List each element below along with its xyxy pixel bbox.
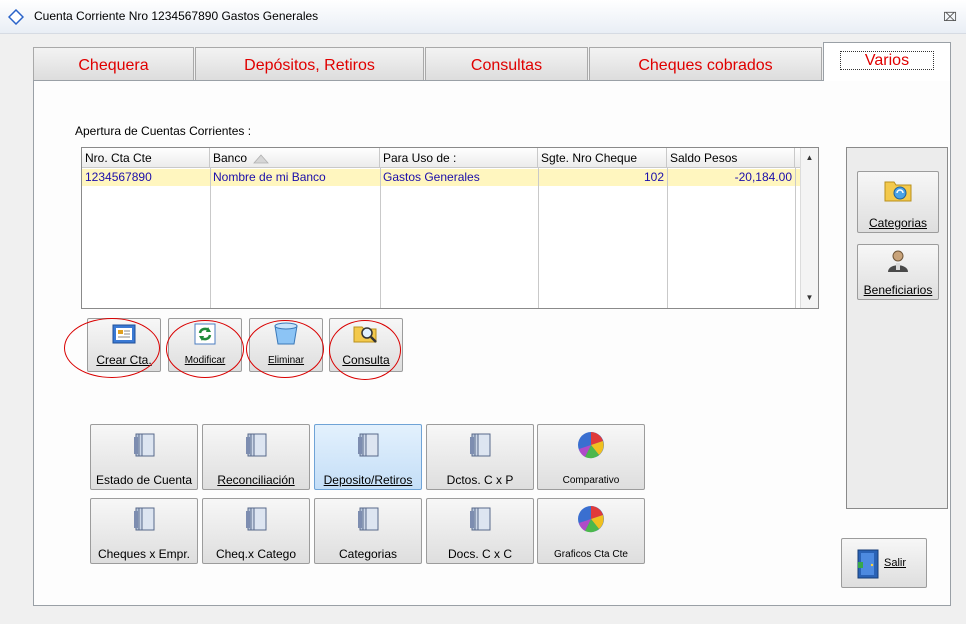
- column-header-banco[interactable]: Banco: [210, 148, 380, 168]
- beneficiarios-label: Beneficiarios: [863, 283, 933, 297]
- tab-cheques-cobrados[interactable]: Cheques cobrados: [589, 47, 822, 81]
- tab-chequera[interactable]: Chequera: [33, 47, 194, 81]
- annotation-circle: [246, 320, 324, 378]
- column-divider: [667, 168, 668, 308]
- dctos-cxp-button[interactable]: Dctos. C x P: [426, 424, 534, 490]
- tab-varios-label: Varios: [839, 51, 935, 70]
- pie-chart-icon: [578, 432, 604, 459]
- cell-nro: 1234567890: [85, 170, 152, 184]
- person-icon: [888, 250, 908, 272]
- cheq-x-catego-button[interactable]: Cheq.x Catego: [202, 498, 310, 564]
- reconciliacion-button[interactable]: Reconciliación: [202, 424, 310, 490]
- column-divider: [210, 168, 211, 308]
- book-stack-icon: [134, 433, 155, 457]
- reconciliacion-label: Reconciliación: [217, 473, 295, 487]
- window-title: Cuenta Corriente Nro 1234567890 Gastos G…: [34, 9, 319, 23]
- column-header-uso[interactable]: Para Uso de :: [380, 148, 538, 168]
- window-titlebar: Cuenta Corriente Nro 1234567890 Gastos G…: [0, 0, 966, 34]
- estado-de-cuenta-button[interactable]: Estado de Cuenta: [90, 424, 198, 490]
- deposito-retiros-button[interactable]: Deposito/Retiros: [314, 424, 422, 490]
- exit-door-icon: [857, 549, 879, 579]
- beneficiarios-button[interactable]: Beneficiarios: [857, 244, 939, 300]
- comparativo-button[interactable]: Comparativo: [537, 424, 645, 490]
- close-icon[interactable]: ⌧: [940, 8, 960, 26]
- cheq-x-catego-label: Cheq.x Catego: [215, 547, 297, 561]
- deposito-retiros-label: Deposito/Retiros: [323, 473, 413, 487]
- annotation-circle: [166, 320, 244, 378]
- cell-uso: Gastos Generales: [383, 170, 480, 184]
- column-header-banco-label: Banco: [213, 151, 248, 165]
- cell-banco: Nombre de mi Banco: [213, 170, 326, 184]
- table-header: Nro. Cta Cte Banco Para Uso de : Sgte. N…: [82, 148, 802, 168]
- annotation-circle: [64, 318, 160, 378]
- pie-chart-icon: [578, 506, 604, 533]
- tab-depositos-retiros[interactable]: Depósitos, Retiros: [195, 47, 424, 81]
- column-header-saldo[interactable]: Saldo Pesos: [667, 148, 795, 168]
- categorias-side-button[interactable]: Categorias: [857, 171, 939, 233]
- estado-de-cuenta-label: Estado de Cuenta: [95, 473, 193, 487]
- column-divider: [538, 168, 539, 308]
- accounts-table[interactable]: Nro. Cta Cte Banco Para Uso de : Sgte. N…: [81, 147, 819, 309]
- categorias-report-label: Categorias: [338, 547, 398, 561]
- tab-varios[interactable]: Varios: [823, 42, 951, 81]
- graficos-cta-cte-button[interactable]: Graficos Cta Cte: [537, 498, 645, 564]
- book-stack-icon: [246, 433, 267, 457]
- cell-saldo: -20,184.00: [734, 170, 792, 184]
- tab-consultas[interactable]: Consultas: [425, 47, 588, 81]
- column-header-cheque[interactable]: Sgte. Nro Cheque: [538, 148, 667, 168]
- docs-cxc-label: Docs. C x C: [447, 547, 512, 561]
- column-divider: [380, 168, 381, 308]
- book-stack-icon: [358, 433, 379, 457]
- book-stack-icon: [246, 507, 267, 531]
- book-stack-icon: [358, 507, 379, 531]
- folder-categories-icon: [884, 181, 912, 202]
- cell-cheque: 102: [643, 170, 664, 184]
- table-row[interactable]: 1234567890 Nombre de mi Banco Gastos Gen…: [82, 169, 802, 186]
- salir-label: Salir: [884, 557, 907, 569]
- book-stack-icon: [470, 507, 491, 531]
- table-vertical-scrollbar[interactable]: ▲ ▼: [800, 148, 818, 308]
- annotation-circle: [329, 320, 401, 380]
- app-diamond-icon: [8, 9, 24, 25]
- docs-cxc-button[interactable]: Docs. C x C: [426, 498, 534, 564]
- cheques-x-empr-button[interactable]: Cheques x Empr.: [90, 498, 198, 564]
- graficos-cta-cte-label: Graficos Cta Cte: [554, 549, 628, 560]
- sort-ascending-icon: [253, 154, 270, 164]
- scroll-down-icon[interactable]: ▼: [801, 290, 818, 306]
- section-label: Apertura de Cuentas Corrientes :: [75, 124, 252, 138]
- salir-button[interactable]: Salir: [841, 538, 927, 588]
- categorias-report-button[interactable]: Categorias: [314, 498, 422, 564]
- categorias-side-label: Categorias: [868, 216, 928, 230]
- book-stack-icon: [134, 507, 155, 531]
- dctos-cxp-label: Dctos. C x P: [446, 473, 514, 487]
- scroll-up-icon[interactable]: ▲: [801, 150, 818, 166]
- column-divider: [795, 168, 796, 308]
- cheques-x-empr-label: Cheques x Empr.: [97, 547, 191, 561]
- book-stack-icon: [470, 433, 491, 457]
- comparativo-label: Comparativo: [562, 475, 620, 486]
- column-header-nro[interactable]: Nro. Cta Cte: [82, 148, 210, 168]
